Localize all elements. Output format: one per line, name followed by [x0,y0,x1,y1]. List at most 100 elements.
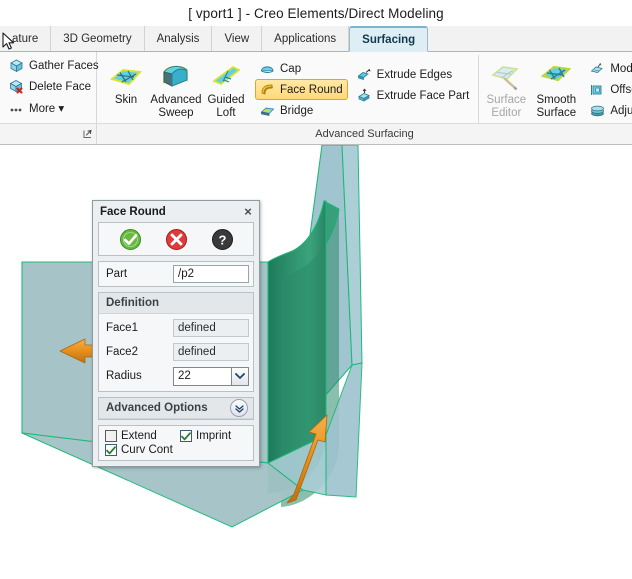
tab-view[interactable]: View [212,26,263,51]
button-label: Skin [114,94,138,106]
checkbox-box-checked [105,444,117,456]
tab-label: View [224,32,250,45]
button-label-2: Surface [536,106,577,119]
face2-label: Face2 [106,346,138,358]
button-label: Extrude Face Part [376,89,470,102]
button-label: Adjust Faces [610,104,632,117]
tab-feature[interactable]: ature [0,26,52,51]
button-label: Surface [486,94,527,106]
faces-button-column: Gather Faces Delete Face More ▾ [4,55,104,118]
definition-panel: Definition Face1 defined Face2 defined R… [98,292,254,392]
radius-combo[interactable]: 22 [173,366,249,386]
delete-face-button[interactable]: Delete Face [4,76,104,97]
tab-applications[interactable]: Applications [262,26,350,51]
checkbox-grid: Extend Imprint Curv Cont [99,426,253,460]
tab-label: Applications [274,32,337,45]
tab-surfacing[interactable]: Surfacing [349,26,429,52]
skin-button[interactable]: Skin [101,59,151,108]
button-label-2: Loft [216,106,236,119]
faces-group-caption [0,124,97,144]
bridge-button[interactable]: Bridge [255,100,348,121]
dialog-action-row: ? [98,222,254,256]
face2-value[interactable]: defined [173,343,249,361]
adjust-faces-icon [590,103,605,118]
modify-offset-adjust-column: Modify Surfa Offset Face P [585,55,632,121]
dialog-title-bar: Face Round × [93,201,259,222]
face1-value[interactable]: defined [173,319,249,337]
face1-label: Face1 [106,322,138,334]
part-input[interactable]: /p2 [173,265,249,283]
button-label: Extrude Edges [376,68,453,81]
more-faces-button[interactable]: More ▾ [4,97,104,118]
face-round-button[interactable]: Face Round [255,79,348,100]
button-label: Offset Face P [610,83,632,96]
extrude-edges-button[interactable]: Extrude Edges [352,64,475,85]
cap-faceround-bridge-column: Cap Face Round Bridge [255,55,348,121]
face-round-dialog[interactable]: Face Round × ? Part /p2 Definition Face1… [92,200,260,467]
radius-label: Radius [106,370,142,382]
ribbon-group-advanced-surfacing: Skin Advanced Sweep Guided Loft Cap Face… [97,52,632,126]
advanced-sweep-button[interactable]: Advanced Sweep [150,59,202,120]
advanced-options-header[interactable]: Advanced Options [99,398,253,419]
checkbox-label: Extend [121,430,157,442]
checkbox-box-checked [180,430,192,442]
ribbon-tab-strip: ature 3D Geometry Analysis View Applicat… [0,26,632,52]
question-circle-dark-icon[interactable]: ? [211,228,234,251]
close-icon[interactable]: × [241,205,255,219]
surface-editor-button[interactable]: Surface Editor [481,59,531,120]
face1-row: Face1 defined [99,316,253,340]
button-label: Delete Face [29,80,92,93]
radius-input[interactable]: 22 [173,366,231,386]
more-dots-icon [9,100,24,115]
tab-3d-geometry[interactable]: 3D Geometry [51,26,145,51]
extrude-face-part-icon [357,88,372,103]
double-chevron-down-icon[interactable] [230,399,248,417]
cube-icon [9,58,24,73]
radius-row: Radius 22 [99,364,253,388]
smooth-surface-icon [539,62,573,92]
gather-faces-button[interactable]: Gather Faces [4,55,104,76]
skin-icon [109,62,143,92]
extrude-column: Extrude Edges Extrude Face Part [352,55,480,126]
imprint-checkbox[interactable]: Imprint [180,430,231,442]
extrude-face-part-button[interactable]: Extrude Face Part [352,85,475,106]
button-label: More ▾ [29,102,65,115]
window-title: [ vport1 ] - Creo Elements/Direct Modeli… [188,5,444,21]
face-round-icon [260,82,275,97]
button-label: Face Round [280,83,343,96]
title-bar: [ vport1 ] - Creo Elements/Direct Modeli… [0,0,632,26]
dialog-launcher-icon[interactable] [83,129,92,139]
bridge-icon [260,103,275,118]
curv-cont-checkbox[interactable]: Curv Cont [105,444,180,456]
advanced-surfacing-group-caption: Advanced Surfacing [97,124,632,144]
button-label: Smooth [536,94,577,106]
button-label-2: Sweep [158,106,194,119]
checkbox-label: Curv Cont [121,444,173,456]
skin-sweep-loft-cluster: Skin Advanced Sweep Guided Loft [101,55,251,120]
button-label-2: Editor [491,106,522,119]
check-circle-green-icon[interactable] [119,228,142,251]
tab-label: Surfacing [362,33,416,46]
cap-button[interactable]: Cap [255,58,348,79]
advanced-options-panel: Advanced Options [98,397,254,420]
offset-face-part-button[interactable]: Offset Face P [585,79,632,100]
part-panel: Part /p2 [98,261,254,287]
button-label: Cap [280,62,302,75]
tab-label: Analysis [156,32,200,45]
extend-checkbox[interactable]: Extend [105,430,180,442]
extrude-edges-icon [357,67,372,82]
modify-surface-button[interactable]: Modify Surfa [585,58,632,79]
chevron-down-icon[interactable] [231,366,249,386]
definition-header-label: Definition [106,297,160,309]
ribbon-content: Gather Faces Delete Face More ▾ Skin Adv… [0,52,632,126]
smooth-surface-button[interactable]: Smooth Surface [531,59,581,120]
part-label: Part [106,268,128,280]
tab-analysis[interactable]: Analysis [144,26,213,51]
advanced-options-label: Advanced Options [106,402,208,414]
definition-rows: Face1 defined Face2 defined Radius 22 [99,314,253,391]
guided-loft-button[interactable]: Guided Loft [201,59,251,120]
surface-editor-smooth-cluster: Surface Editor Smooth Surface [481,55,581,120]
adjust-faces-button[interactable]: Adjust Faces [585,100,632,121]
x-circle-red-icon[interactable] [165,228,188,251]
caption-text: Advanced Surfacing [315,128,414,140]
